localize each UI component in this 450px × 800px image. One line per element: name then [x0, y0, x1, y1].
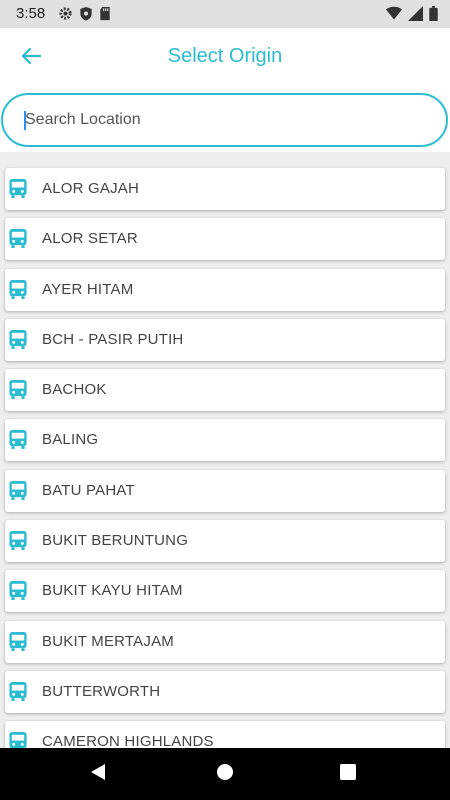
list-item[interactable]: BALING	[5, 419, 445, 462]
back-button[interactable]	[14, 42, 48, 74]
status-time: 3:58	[16, 5, 46, 22]
bus-icon	[9, 581, 27, 601]
list-item-label: BUTTERWORTH	[42, 682, 161, 700]
bus-icon	[9, 631, 27, 651]
list-item[interactable]: BACHOK	[5, 369, 445, 412]
list-item-label: BUKIT MERTAJAM	[42, 632, 174, 650]
sd-card-icon	[99, 6, 111, 21]
arrow-left-icon	[21, 47, 42, 70]
bus-icon	[9, 380, 27, 400]
list-item-label: ALOR SETAR	[42, 230, 138, 248]
shield-icon	[79, 6, 93, 21]
bus-icon	[9, 279, 27, 299]
nav-recents-button[interactable]	[318, 748, 378, 800]
list-item-label: BALING	[42, 431, 99, 449]
list-item[interactable]: CAMERON HIGHLANDS	[5, 721, 445, 748]
list-item-label: BUKIT BERUNTUNG	[42, 532, 189, 550]
recents-square-icon	[340, 763, 356, 785]
list-item[interactable]: BATU PAHAT	[5, 469, 445, 512]
bus-icon	[9, 229, 27, 249]
back-triangle-icon	[89, 763, 107, 786]
bus-icon	[9, 329, 27, 349]
bus-icon	[9, 531, 27, 551]
page-title: Select Origin	[167, 45, 283, 67]
status-bar: 3:58	[0, 0, 450, 28]
location-list[interactable]: ALOR GAJAH ALOR SETAR AYER HITAM BCH - PASI…	[0, 152, 450, 748]
signal-icon	[408, 6, 423, 21]
list-item[interactable]: BUTTERWORTH	[5, 670, 445, 713]
status-icons-left	[58, 6, 111, 21]
list-item-label: CAMERON HIGHLANDS	[42, 733, 214, 748]
list-item-label: BUKIT KAYU HITAM	[42, 582, 183, 600]
text-cursor	[24, 111, 26, 130]
bus-icon	[9, 732, 27, 748]
gear-icon	[58, 6, 73, 21]
search-area	[0, 88, 450, 152]
search-input[interactable]	[1, 93, 448, 147]
bus-icon	[9, 480, 27, 500]
list-item-label: ALOR GAJAH	[42, 180, 140, 197]
nav-home-button[interactable]	[195, 748, 255, 800]
list-item-label: AYER HITAM	[42, 280, 134, 298]
list-item[interactable]: BCH - PASIR PUTIH	[5, 318, 445, 361]
list-item-label: BCH - PASIR PUTIH	[42, 330, 184, 348]
home-circle-icon	[216, 763, 234, 786]
list-item[interactable]: BUKIT KAYU HITAM	[5, 570, 445, 613]
list-item[interactable]: AYER HITAM	[5, 268, 445, 311]
bus-icon	[9, 430, 27, 450]
bus-icon	[9, 681, 27, 702]
status-icons-right	[386, 6, 438, 21]
list-item[interactable]: BUKIT BERUNTUNG	[5, 520, 445, 563]
list-item-label: BACHOK	[42, 381, 107, 399]
navigation-bar	[0, 748, 450, 800]
bus-icon	[9, 178, 27, 199]
list-item[interactable]: BUKIT MERTAJAM	[5, 620, 445, 663]
wifi-icon	[386, 6, 402, 21]
list-item-label: BATU PAHAT	[42, 481, 135, 499]
nav-back-button[interactable]	[68, 748, 128, 800]
list-item[interactable]: ALOR SETAR	[5, 218, 445, 261]
list-item[interactable]: ALOR GAJAH	[5, 168, 445, 210]
app-bar: Select Origin	[0, 28, 450, 88]
battery-icon	[429, 6, 438, 21]
